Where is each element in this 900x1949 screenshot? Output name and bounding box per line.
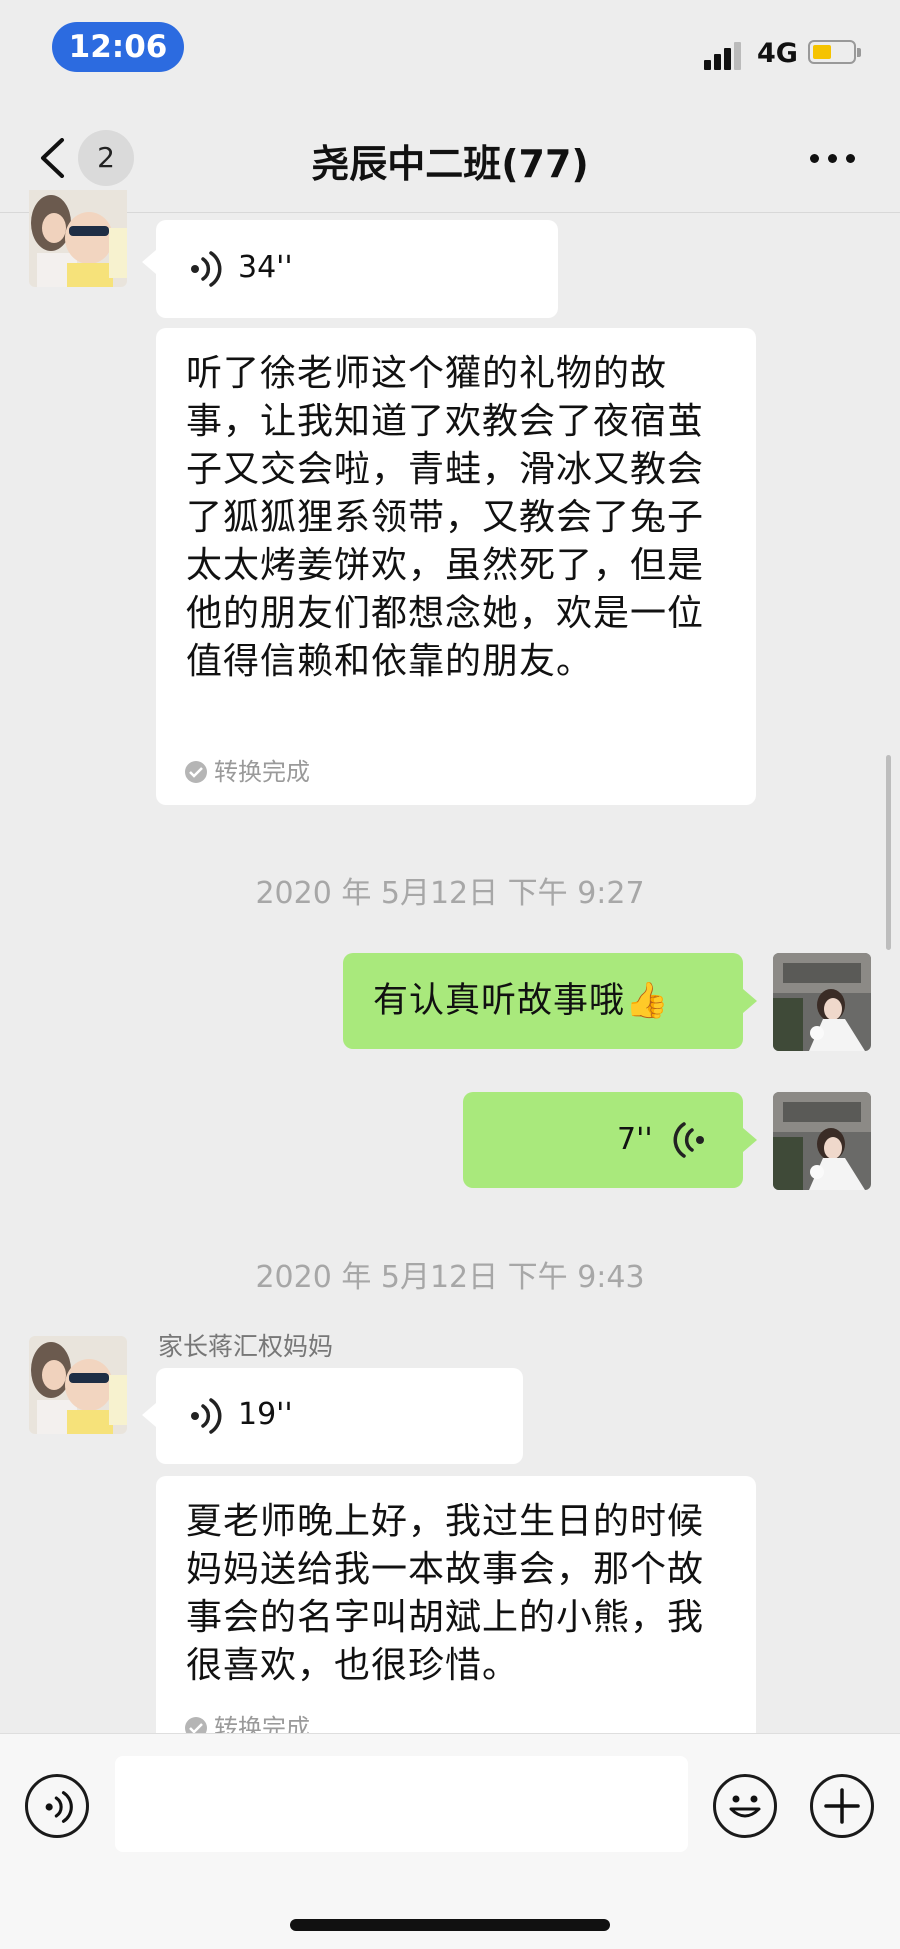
text-message-bubble[interactable]: 有认真听故事哦👍 bbox=[343, 953, 743, 1049]
convert-status: 转换完成 bbox=[184, 752, 310, 787]
emoji-button[interactable] bbox=[713, 1774, 777, 1838]
battery-icon bbox=[808, 40, 861, 64]
avatar[interactable] bbox=[773, 1092, 871, 1190]
bubble-tail bbox=[142, 250, 156, 274]
check-circle-icon bbox=[185, 761, 207, 783]
voice-message-bubble[interactable]: 34'' bbox=[156, 220, 558, 318]
voice-wave-icon bbox=[191, 251, 222, 287]
transcript-text: 听了徐老师这个獾的礼物的故事，让我知道了欢教会了夜宿茧子又交会啦，青蛙，滑冰又教… bbox=[186, 353, 705, 682]
transcript-bubble[interactable]: 夏老师晚上好，我过生日的时候妈妈送给我一本故事会，那个故事会的名字叫胡斌上的小熊… bbox=[156, 1476, 756, 1746]
plus-button[interactable] bbox=[810, 1774, 874, 1838]
transcript-text: 夏老师晚上好，我过生日的时候妈妈送给我一本故事会，那个故事会的名字叫胡斌上的小熊… bbox=[186, 1501, 705, 1686]
voice-message-bubble[interactable]: 7'' bbox=[463, 1092, 743, 1188]
voice-message-bubble[interactable]: 19'' bbox=[156, 1368, 523, 1464]
bubble-tail bbox=[142, 1403, 156, 1427]
network-type: 4G bbox=[757, 38, 798, 69]
more-icon[interactable] bbox=[810, 154, 856, 164]
transcript-bubble[interactable]: 听了徐老师这个獾的礼物的故事，让我知道了欢教会了夜宿茧子又交会啦，青蛙，滑冰又教… bbox=[156, 328, 756, 805]
home-indicator[interactable] bbox=[290, 1919, 610, 1931]
emoji-icon bbox=[729, 1795, 761, 1818]
voice-input-button[interactable] bbox=[25, 1774, 89, 1838]
plus-icon bbox=[824, 1788, 860, 1824]
scrollbar[interactable] bbox=[886, 755, 891, 950]
voice-duration: 19'' bbox=[238, 1397, 293, 1432]
message-timestamp: 2020 年 5月12日 下午 9:27 bbox=[255, 876, 645, 911]
bubble-tail bbox=[743, 1128, 757, 1152]
voice-duration: 7'' bbox=[617, 1122, 653, 1157]
message-timestamp: 2020 年 5月12日 下午 9:43 bbox=[255, 1260, 645, 1295]
bubble-tail bbox=[743, 989, 757, 1013]
message-text: 有认真听故事哦👍 bbox=[373, 981, 670, 1021]
status-bar: 12:06 4G bbox=[0, 0, 900, 100]
voice-wave-icon bbox=[673, 1122, 704, 1158]
voice-wave-icon bbox=[191, 1398, 222, 1434]
status-time: 12:06 bbox=[52, 22, 184, 72]
voice-input-icon bbox=[45, 1791, 73, 1823]
message-input[interactable] bbox=[115, 1756, 688, 1852]
convert-status-label: 转换完成 bbox=[214, 758, 310, 786]
input-bar bbox=[0, 1733, 900, 1949]
sender-name: 家长蒋汇权妈妈 bbox=[158, 1332, 334, 1361]
chat-header: 2 尧辰中二班(77) bbox=[0, 100, 900, 213]
chat-title: 尧辰中二班(77) bbox=[311, 142, 589, 186]
voice-duration: 34'' bbox=[238, 250, 293, 285]
signal-icon bbox=[704, 38, 748, 70]
avatar[interactable] bbox=[29, 1336, 127, 1434]
avatar[interactable] bbox=[773, 953, 871, 1051]
